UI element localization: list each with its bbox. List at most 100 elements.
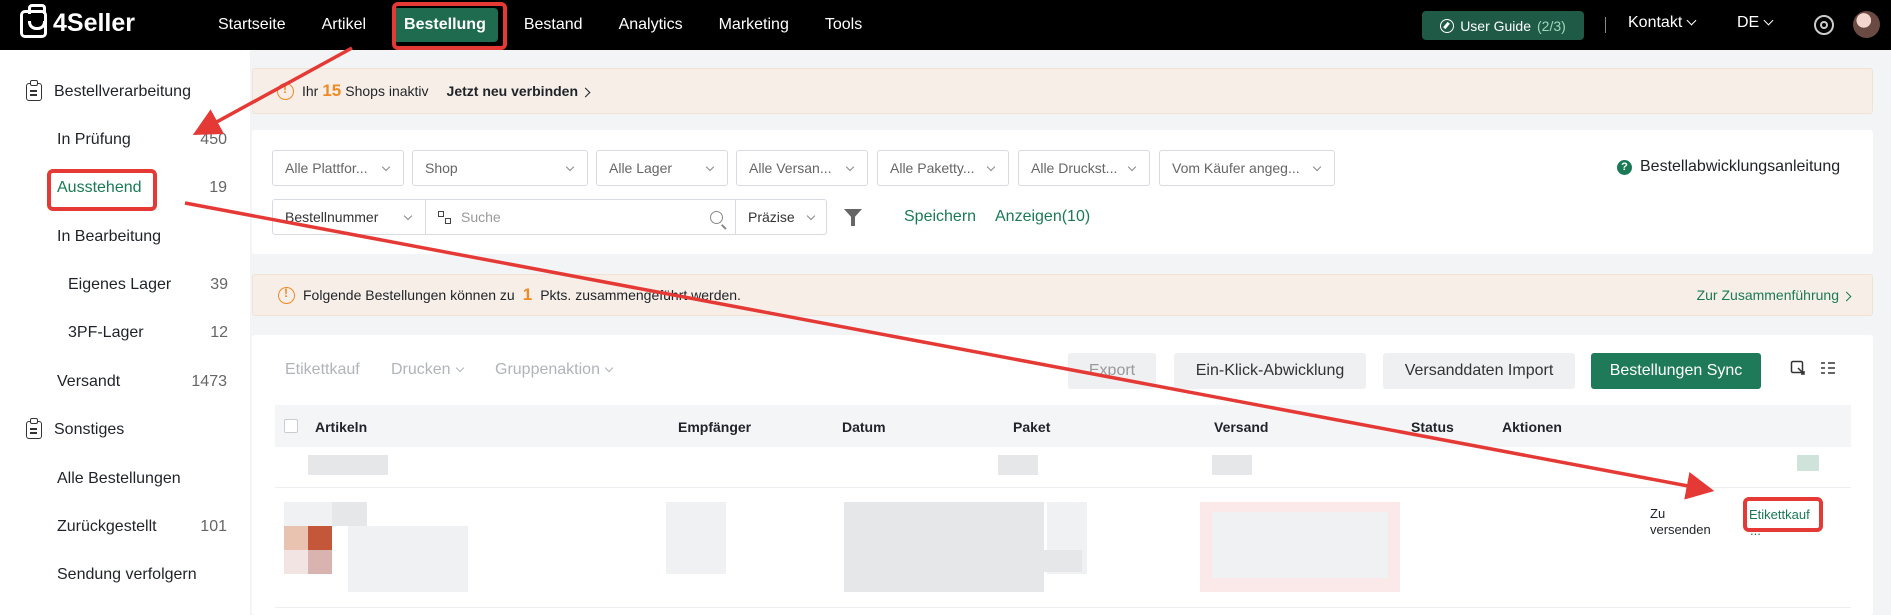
select-value: Alle Versan... bbox=[749, 160, 832, 176]
merge-prefix: Folgende Bestellungen können zu bbox=[303, 287, 515, 303]
redacted-content bbox=[1212, 512, 1388, 578]
chevron-down-icon bbox=[1763, 15, 1774, 26]
sidebar-item-label: In Prüfung bbox=[57, 131, 131, 148]
redacted-content bbox=[308, 455, 388, 475]
nav-bestellung[interactable]: Bestellung bbox=[392, 8, 498, 42]
warehouse-select[interactable]: Alle Lager bbox=[596, 150, 728, 186]
select-all-checkbox[interactable] bbox=[284, 419, 298, 433]
save-filter-link[interactable]: Speichern bbox=[904, 208, 976, 226]
reconnect-link[interactable]: Jetzt neu verbinden bbox=[447, 83, 591, 99]
sidebar-item-label: Sendung verfolgern bbox=[57, 566, 197, 583]
order-guide-label: Bestellabwicklungsanleitung bbox=[1640, 158, 1841, 175]
chevron-down-icon bbox=[986, 162, 996, 172]
column-settings-icon[interactable] bbox=[1820, 360, 1836, 376]
col-artikeln: Artikeln bbox=[315, 419, 368, 435]
sidebar-item-eigenes-lager[interactable]: Eigenes Lager 39 bbox=[68, 276, 228, 294]
buyer-specified-select[interactable]: Vom Käufer angeg... bbox=[1159, 150, 1335, 186]
chevron-down-icon bbox=[565, 162, 575, 172]
nav-artikel[interactable]: Artikel bbox=[304, 8, 384, 42]
col-datum: Datum bbox=[842, 419, 886, 435]
filter-funnel-icon[interactable] bbox=[844, 209, 862, 226]
label-buy-bulk-button[interactable]: Etikettkauf bbox=[285, 361, 360, 379]
match-mode-select[interactable]: Präzise bbox=[736, 199, 827, 235]
print-dropdown[interactable]: Drucken bbox=[391, 361, 464, 379]
sidebar-item-sendung-verfolgen[interactable]: Sendung verfolgern bbox=[57, 566, 227, 584]
one-click-button[interactable]: Ein-Klick-Abwicklung bbox=[1174, 353, 1366, 389]
sidebar-item-alle-bestellungen[interactable]: Alle Bestellungen bbox=[57, 470, 227, 488]
print-status-select[interactable]: Alle Druckst... bbox=[1018, 150, 1150, 186]
label-buy-action-link[interactable]: Etikettkauf bbox=[1749, 507, 1810, 522]
select-value: Alle Druckst... bbox=[1031, 160, 1118, 176]
sync-orders-button[interactable]: Bestellungen Sync bbox=[1591, 353, 1761, 389]
chevron-down-icon bbox=[1686, 15, 1697, 26]
redacted-content bbox=[1797, 455, 1819, 471]
filter-panel: Alle Plattfor... Shop Alle Lager Alle Ve… bbox=[252, 130, 1873, 254]
table-header: Artikeln Empfänger Datum Paket Versand S… bbox=[275, 405, 1851, 447]
order-guide-link[interactable]: ? Bestellabwicklungsanleitung bbox=[1617, 158, 1840, 176]
sidebar-item-in-bearbeitung[interactable]: In Bearbeitung bbox=[57, 228, 227, 246]
sidebar-section-others[interactable]: Sonstiges bbox=[26, 418, 125, 439]
more-actions-link[interactable]: ... bbox=[1750, 523, 1761, 538]
language-dropdown[interactable]: DE bbox=[1737, 14, 1774, 32]
user-guide-progress: (2/3) bbox=[1537, 17, 1566, 34]
redacted-content bbox=[284, 550, 308, 574]
show-filter-link[interactable]: Anzeigen(10) bbox=[995, 208, 1090, 226]
shipping-import-button[interactable]: Versanddaten Import bbox=[1383, 353, 1575, 389]
sidebar-item-in-pruefung[interactable]: In Prüfung 450 bbox=[57, 131, 227, 149]
sidebar-item-count: 101 bbox=[200, 518, 227, 535]
order-status: Zu versenden bbox=[1650, 506, 1711, 537]
sidebar-item-label: Versandt bbox=[57, 373, 121, 390]
redacted-content bbox=[998, 455, 1038, 475]
settings-gear-icon[interactable] bbox=[1814, 15, 1834, 35]
nav-analytics[interactable]: Analytics bbox=[601, 8, 701, 42]
go-to-merge-link[interactable]: Zur Zusammenführung bbox=[1697, 287, 1852, 303]
sidebar-item-label: Eigenes Lager bbox=[68, 276, 172, 293]
sidebar-section-label: Sonstiges bbox=[54, 421, 125, 438]
compass-icon bbox=[1440, 18, 1455, 33]
group-action-dropdown[interactable]: Gruppenaktion bbox=[495, 361, 614, 379]
nav-startseite[interactable]: Startseite bbox=[200, 8, 304, 42]
col-empfaenger: Empfänger bbox=[678, 419, 752, 435]
contact-dropdown[interactable]: Kontakt bbox=[1628, 14, 1697, 32]
select-value: Shop bbox=[425, 160, 458, 176]
shipping-select[interactable]: Alle Versan... bbox=[736, 150, 868, 186]
sidebar-item-label: Alle Bestellungen bbox=[57, 470, 181, 487]
search-field-select[interactable]: Bestellnummer bbox=[272, 199, 426, 235]
chevron-down-icon bbox=[1312, 162, 1322, 172]
redacted-content bbox=[284, 526, 308, 550]
chevron-down-icon bbox=[705, 162, 715, 172]
chevron-right-icon bbox=[1841, 291, 1852, 302]
nav-tools[interactable]: Tools bbox=[807, 8, 880, 42]
clipboard-icon bbox=[26, 418, 42, 439]
select-value: Alle Paketty... bbox=[890, 160, 975, 176]
sidebar-item-3pf-lager[interactable]: 3PF-Lager 12 bbox=[68, 324, 228, 342]
sidebar-item-count: 39 bbox=[210, 276, 228, 293]
user-guide-button[interactable]: User Guide (2/3) bbox=[1422, 11, 1584, 40]
sidebar-item-versandt[interactable]: Versandt 1473 bbox=[57, 373, 227, 391]
sidebar-item-ausstehend[interactable]: Ausstehend 19 bbox=[57, 179, 227, 197]
search-input[interactable]: Suche bbox=[426, 199, 736, 235]
brand-logo[interactable]: 4Seller bbox=[20, 3, 135, 38]
redacted-content bbox=[348, 526, 468, 574]
package-type-select[interactable]: Alle Paketty... bbox=[877, 150, 1009, 186]
warning-icon bbox=[278, 286, 295, 304]
sidebar-section-label: Bestellverarbeitung bbox=[54, 83, 191, 100]
nav-bestand[interactable]: Bestand bbox=[506, 8, 601, 42]
language-label: DE bbox=[1737, 14, 1760, 31]
main-nav: Startseite Artikel Bestellung Bestand An… bbox=[200, 0, 880, 50]
platform-select[interactable]: Alle Plattfor... bbox=[272, 150, 404, 186]
chevron-down-icon bbox=[845, 162, 855, 172]
sidebar-section-order-processing[interactable]: Bestellverarbeitung bbox=[26, 80, 191, 101]
avatar[interactable] bbox=[1853, 11, 1880, 38]
select-value: Vom Käufer angeg... bbox=[1172, 160, 1300, 176]
redacted-content bbox=[348, 574, 468, 592]
redacted-content bbox=[284, 502, 332, 526]
nav-marketing[interactable]: Marketing bbox=[701, 8, 807, 42]
export-button[interactable]: Export bbox=[1068, 353, 1156, 389]
sidebar-item-zurueckgestellt[interactable]: Zurückgestellt 101 bbox=[57, 518, 227, 536]
export-list-icon[interactable] bbox=[1790, 360, 1806, 376]
search-icon[interactable] bbox=[710, 211, 723, 224]
shop-select[interactable]: Shop bbox=[412, 150, 588, 186]
select-value: Alle Plattfor... bbox=[285, 160, 368, 176]
banner-count: 15 bbox=[322, 81, 342, 100]
